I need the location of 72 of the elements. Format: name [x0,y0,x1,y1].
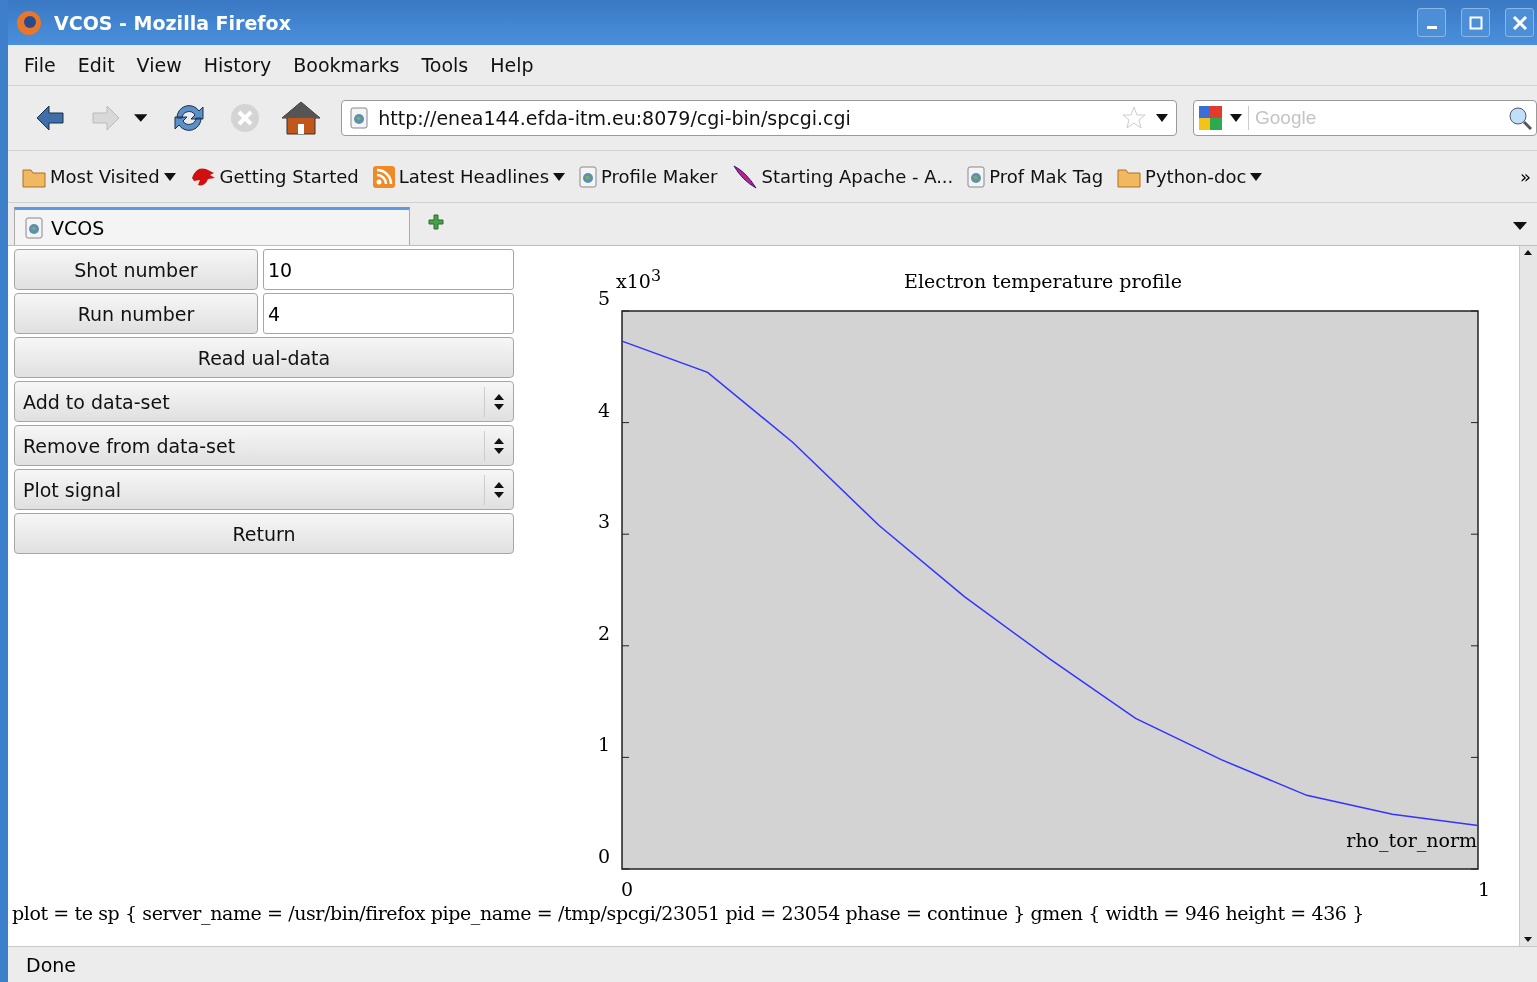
close-button[interactable] [1505,8,1534,37]
tick-label: 1 [1477,878,1491,896]
feather-icon [731,163,758,190]
action-button[interactable]: Return [14,513,514,554]
caret-icon [1156,114,1168,122]
site-icon [350,107,369,129]
address-bar[interactable]: http://enea144.efda-itm.eu:8079/cgi-bin/spcgi.cgi [341,100,1177,136]
caret-icon [163,172,176,181]
bookmark-item[interactable]: Python-doc [1117,165,1263,188]
axis-scale: x10$^{3}$ [616,270,661,293]
search-icon[interactable] [1508,106,1532,130]
caret-icon [553,172,565,181]
spinner-arrows-icon [494,480,504,499]
feed-icon [372,165,395,188]
input-field[interactable]: 4 [263,293,514,334]
bookmark-item[interactable]: Getting Started [189,165,359,188]
input-field[interactable]: 10 [263,249,514,290]
spinner-arrows-icon [494,436,504,455]
bookmark-item[interactable]: Latest Headlines [372,165,565,188]
home-icon[interactable] [281,101,322,135]
bookmark-item[interactable]: Most Visited [22,165,176,188]
caret-icon[interactable] [133,114,148,122]
new-tab-icon[interactable] [428,214,444,230]
tick-label: 0 [620,878,634,896]
bookmark-item[interactable]: Prof Mak Tag [967,165,1104,188]
tick-label: 4 [597,398,610,421]
bookmark-item[interactable]: Profile Maker [579,165,718,188]
tick-label: 2 [597,621,610,644]
minimize-button[interactable] [1417,8,1446,37]
spinner-arrows-icon [494,392,504,411]
tick-label: 3 [597,510,610,533]
menu-item[interactable]: View [136,54,182,76]
menu-item[interactable]: Tools [421,54,469,76]
page-icon [579,165,597,188]
maximize-button[interactable] [1461,8,1490,37]
window-title: VCOS - Mozilla Firefox [54,11,292,34]
menu-item[interactable]: Edit [77,54,115,76]
maximize-icon [1468,15,1483,30]
chart-title: Electron temperature profile [904,270,1182,292]
minimize-icon [1426,26,1437,29]
field-label-button[interactable]: Run number [14,293,258,334]
menu-item[interactable]: File [24,54,56,76]
page-icon [25,216,43,239]
dropdown-select[interactable]: Remove from data-set [14,425,514,466]
caret-icon [1230,114,1242,122]
action-button[interactable]: Read ual-data [14,337,514,378]
overflow-button[interactable]: » [1520,166,1531,187]
dropdown-select[interactable]: Plot signal [14,469,514,510]
close-icon [1512,15,1527,30]
menu-item[interactable]: History [203,54,272,76]
star-icon[interactable] [1122,106,1146,130]
browser-tab[interactable]: VCOS [14,207,410,245]
tick-label: 1 [597,733,610,756]
dropdown-select[interactable]: Add to data-set [14,381,514,422]
search-bar[interactable]: Google [1193,100,1537,136]
browser-logo-icon [16,9,42,36]
tab-list-icon[interactable] [1513,221,1527,230]
plot-info-text: plot = te sp { server_name = /usr/bin/firefox pipe_name = /tmp/spcgi/23051 pid = 23054 phase = continue } gmen { width = 946 height = 436 } [11,902,1365,924]
caret-icon [1250,172,1263,181]
tick-label: 5 [597,287,610,309]
status-text: Done [8,946,1537,982]
menu-item[interactable]: Bookmarks [293,54,400,76]
field-label-button[interactable]: Shot number [14,249,258,290]
beast-icon [189,165,216,188]
bookmark-item[interactable]: Starting Apache - A... [731,163,954,190]
tick-label: 0 [597,845,610,867]
search-engine-icon[interactable] [1198,105,1224,131]
page-icon [967,165,986,188]
back-icon[interactable] [35,105,64,131]
scrollbar[interactable] [1519,246,1537,946]
menu-item[interactable]: Help [490,54,534,76]
axis-label: rho_tor_norm [1346,829,1477,851]
